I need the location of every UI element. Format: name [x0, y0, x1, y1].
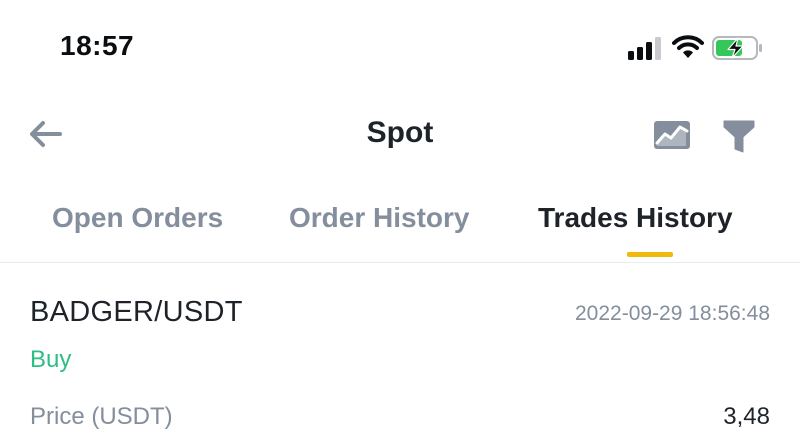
tabs-divider [0, 262, 800, 263]
tab-trades-history[interactable]: Trades History [538, 202, 733, 234]
trade-pair: BADGER/USDT [30, 296, 243, 328]
wifi-icon [672, 35, 704, 58]
tab-order-history[interactable]: Order History [289, 202, 470, 234]
status-time: 18:57 [60, 30, 135, 61]
trade-timestamp: 2022-09-29 18:56:48 [575, 302, 770, 325]
battery-charging-icon [712, 36, 762, 60]
tab-open-orders[interactable]: Open Orders [52, 202, 223, 234]
chart-icon[interactable] [651, 116, 693, 154]
filter-icon[interactable] [719, 116, 759, 156]
spot-trades-history-screen: 18:57 Spot Open Orders Order History Tra… [0, 0, 800, 435]
cellular-signal-icon [628, 36, 668, 60]
price-label: Price (USDT) [30, 403, 173, 430]
order-tabs: Open Orders Order History Trades History [0, 196, 800, 262]
price-value: 3,48 [723, 403, 770, 430]
status-icons [628, 35, 768, 60]
active-tab-indicator [627, 252, 673, 257]
trade-side: Buy [30, 346, 72, 373]
